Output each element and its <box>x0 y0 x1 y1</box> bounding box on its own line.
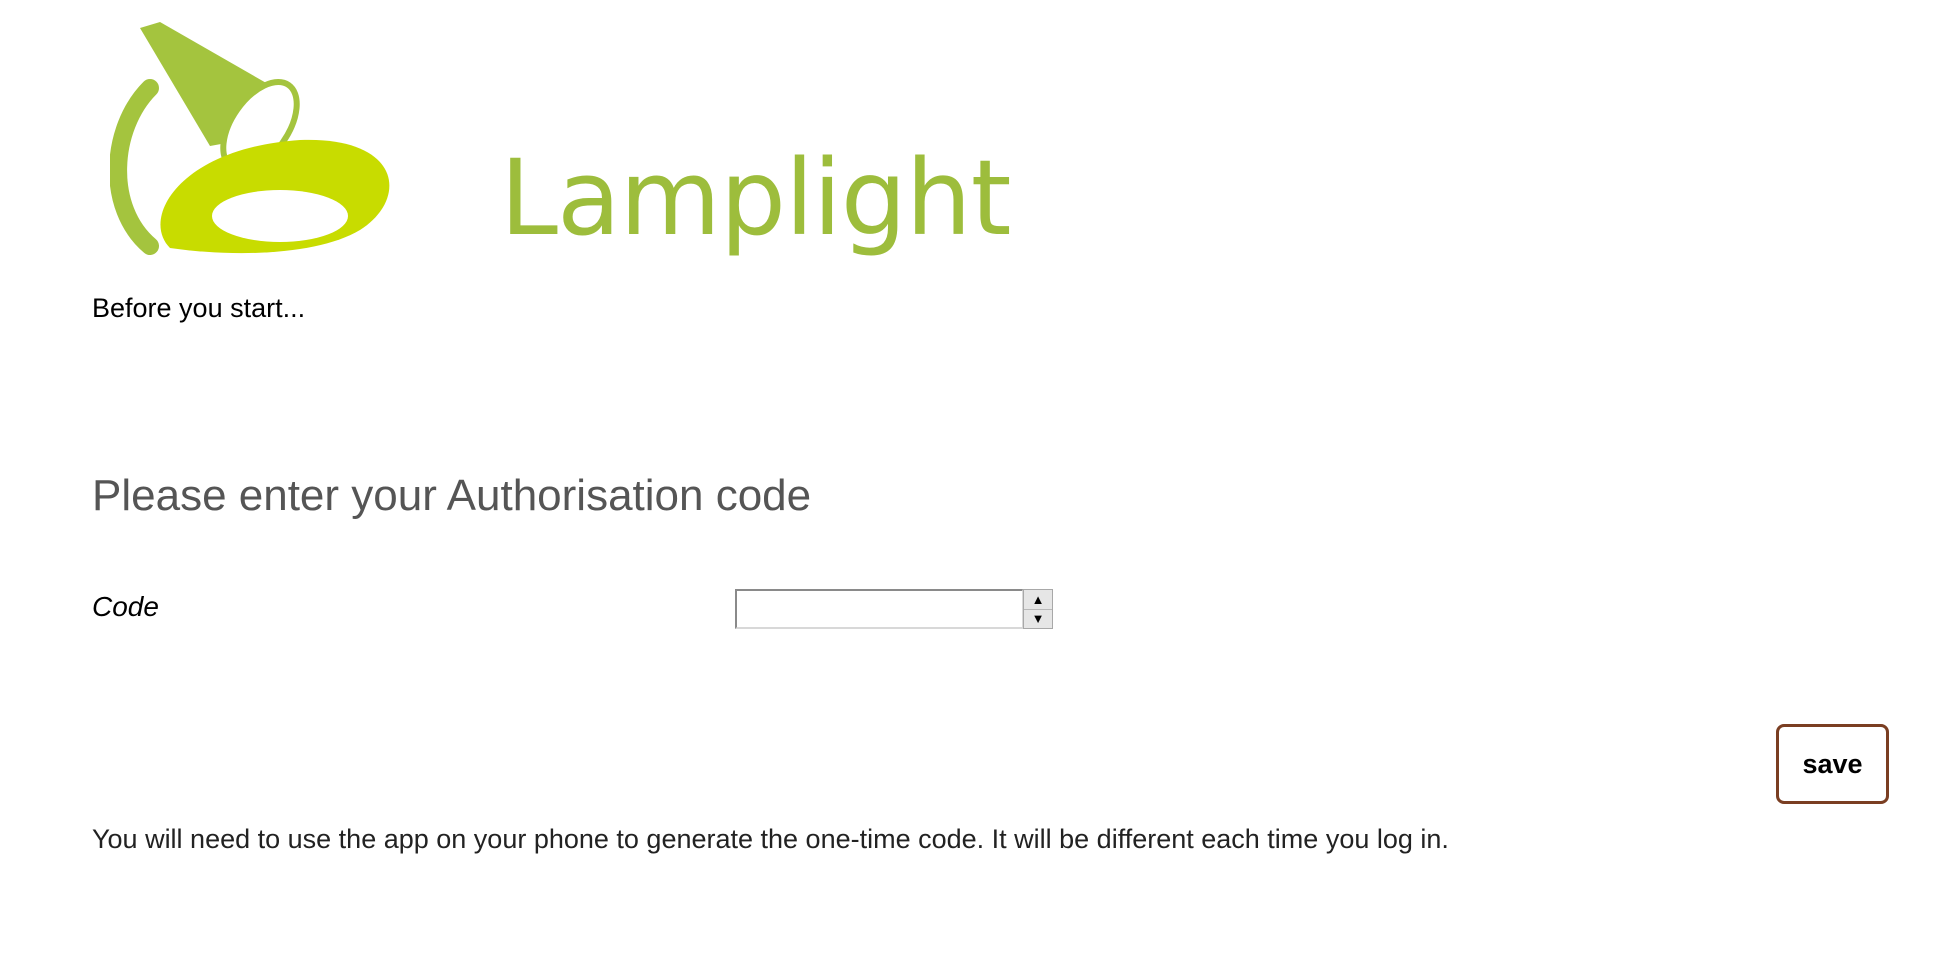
increment-arrow-icon[interactable]: ▲ <box>1024 590 1052 609</box>
page-title: Please enter your Authorisation code <box>92 471 812 520</box>
lamp-icon <box>109 22 390 255</box>
help-text: You will need to use the app on your pho… <box>92 824 1449 854</box>
intro-text: Before you start... <box>92 293 306 323</box>
code-stepper: ▲ ▼ <box>1023 589 1053 629</box>
lamplight-logo: Lamplight <box>109 18 1011 258</box>
decrement-arrow-icon[interactable]: ▼ <box>1024 608 1052 629</box>
save-button[interactable]: save <box>1776 724 1889 804</box>
code-input[interactable] <box>735 589 1023 629</box>
logo-wordmark: Lamplight <box>500 137 1011 259</box>
code-field: ▲ ▼ <box>735 589 1061 629</box>
code-label: Code <box>92 591 159 622</box>
page: Lamplight Before you start... Please ent… <box>0 0 1935 980</box>
